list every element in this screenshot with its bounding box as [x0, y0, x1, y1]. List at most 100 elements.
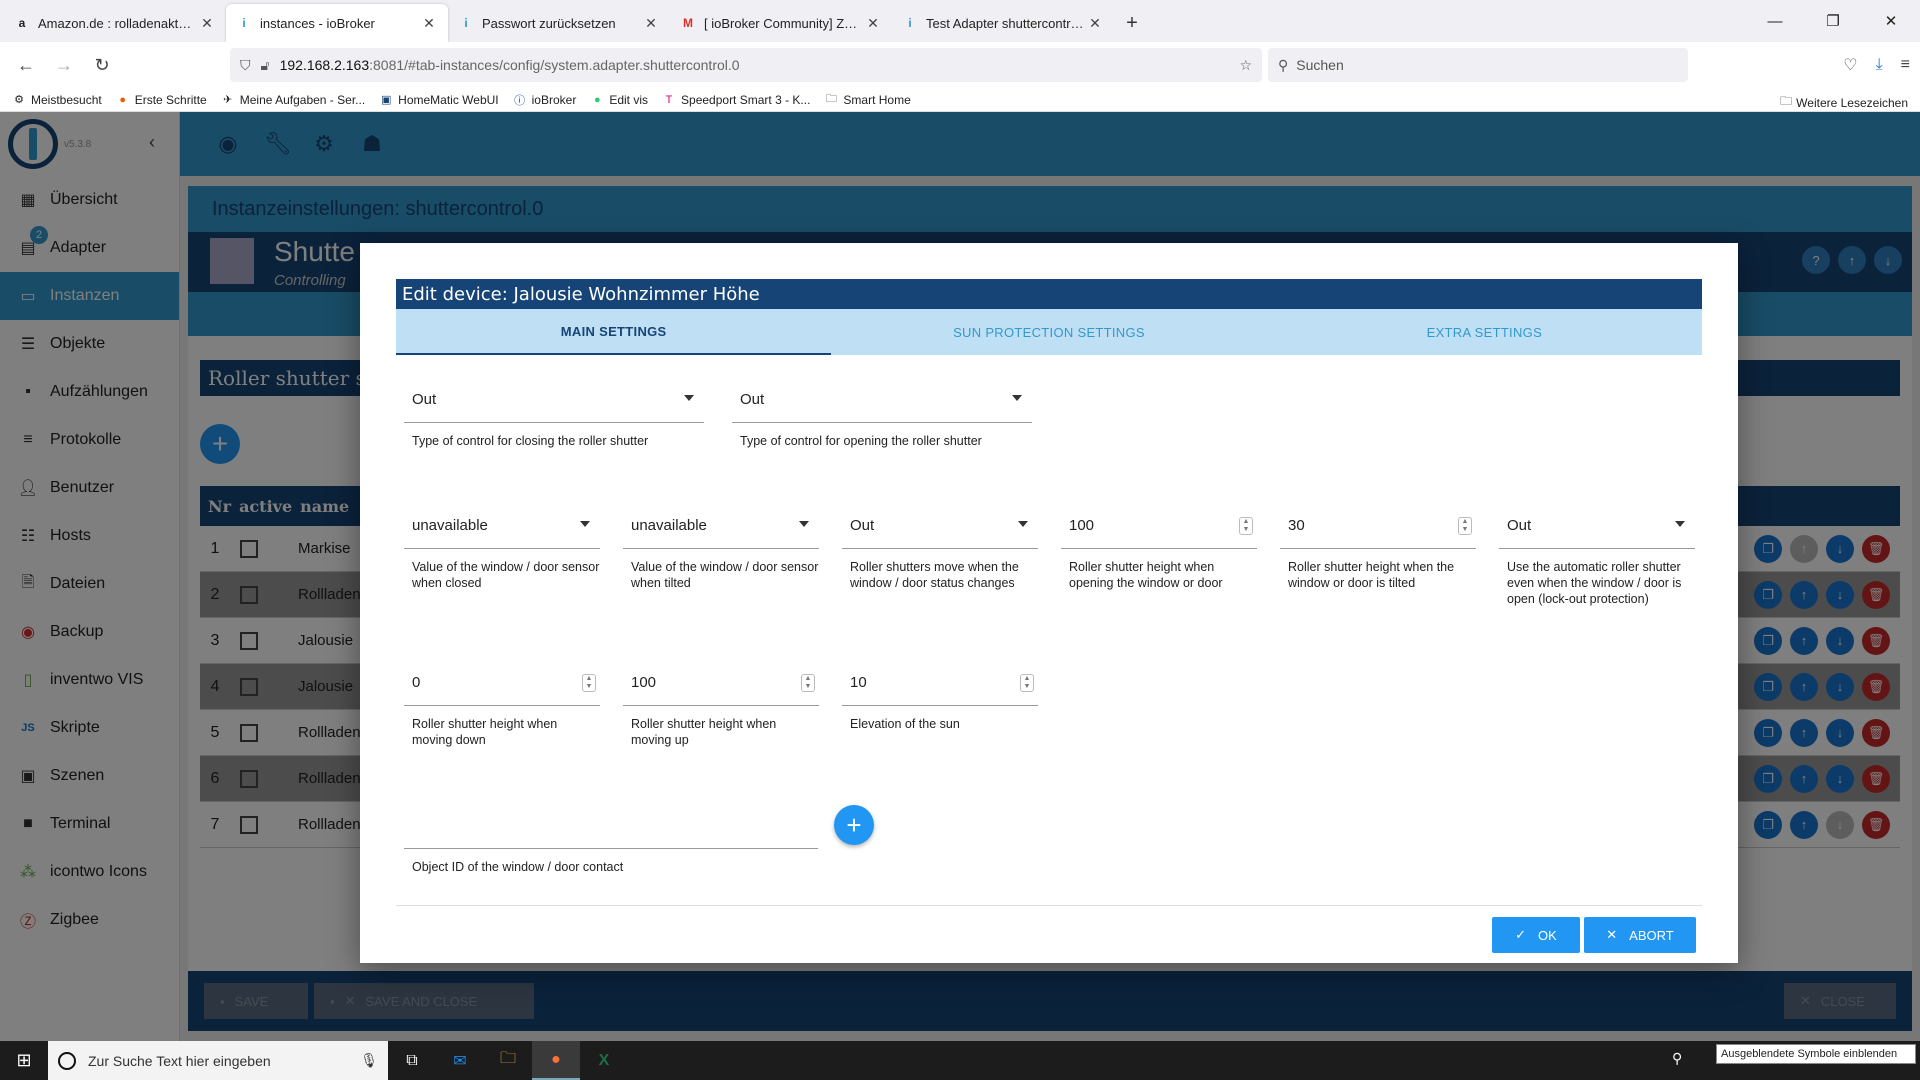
bookmark-item[interactable]: T Speedport Smart 3 - K...	[662, 93, 811, 107]
close-tab-icon[interactable]: ✕	[1086, 15, 1104, 32]
microphone-icon[interactable]: 🎙︎	[360, 1052, 378, 1069]
tasks-icon: ✈	[223, 94, 233, 106]
restore-icon[interactable]: ❐	[1804, 0, 1862, 42]
task-view-icon[interactable]: ⧉	[388, 1041, 436, 1080]
browser-nav-bar: ← → ↻ ⛉ 🔓︎ 192.168.2.163:8081/#tab-insta…	[0, 42, 1920, 88]
spinner-icon[interactable]: ▲ ▼	[582, 674, 596, 692]
people-icon[interactable]: ⚲	[1672, 1050, 1682, 1067]
field-label: Type of control for opening the roller s…	[740, 434, 982, 448]
back-arrow-icon[interactable]: ←	[10, 49, 42, 81]
select-value[interactable]: Out	[404, 377, 704, 423]
open-control-type-select: Out Type of control for opening the roll…	[732, 377, 1032, 449]
field-label: Use the automatic roller shutter even wh…	[1507, 560, 1682, 606]
search-input[interactable]: ⚲ Suchen	[1268, 48, 1688, 82]
browser-tab[interactable]: a Amazon.de : rolladenaktor zigbee ✕	[4, 4, 226, 42]
file-explorer-icon[interactable]: 🗀︎	[484, 1041, 532, 1080]
number-input[interactable]: 30 ▲ ▼	[1280, 503, 1476, 549]
browser-tab[interactable]: i Passwort zurücksetzen ✕	[448, 4, 670, 42]
select-value[interactable]: Out	[732, 377, 1032, 423]
ok-button[interactable]: ✓ OK	[1492, 917, 1580, 953]
number-input[interactable]: 10 ▲ ▼	[842, 660, 1038, 706]
pocket-icon[interactable]: ♡	[1843, 55, 1857, 75]
field-label: Value of the window / door sensor when c…	[412, 560, 600, 590]
windows-start-icon[interactable]: ⊞	[0, 1041, 48, 1080]
spinner-icon[interactable]: ▲ ▼	[1458, 517, 1472, 535]
url-host: 192.168.2.163	[279, 57, 370, 73]
close-window-icon[interactable]: ✕	[1862, 0, 1920, 42]
tab-extra-settings[interactable]: EXTRA SETTINGS	[1267, 309, 1702, 355]
outlook-icon[interactable]: ✉	[436, 1041, 484, 1080]
iobroker-icon: ⓘ	[514, 94, 526, 107]
dropdown-arrow-icon	[1012, 395, 1022, 401]
dialog-divider	[396, 905, 1702, 906]
spinner-icon[interactable]: ▲ ▼	[1020, 674, 1034, 692]
select-object-id-button[interactable]: +	[834, 805, 874, 845]
bookmark-item[interactable]: ✈ Meine Aufgaben - Ser...	[221, 93, 365, 107]
folder-icon: 🗀︎	[825, 93, 837, 105]
bookmark-item[interactable]: ⚙ Meistbesucht	[12, 93, 102, 107]
close-tab-icon[interactable]: ✕	[420, 15, 438, 32]
select-value[interactable]: unavailable	[623, 503, 819, 549]
spinner-icon[interactable]: ▲ ▼	[1239, 517, 1253, 535]
bookmark-item[interactable]: ● Edit vis	[590, 93, 648, 107]
field-label: Value of the window / door sensor when t…	[631, 560, 819, 590]
select-value[interactable]: Out	[1499, 503, 1695, 549]
more-bookmarks[interactable]: 🗀︎ Weitere Lesezeichen	[1780, 92, 1908, 113]
minimize-icon[interactable]: —	[1746, 0, 1804, 42]
tab-main-settings[interactable]: MAIN SETTINGS	[396, 309, 832, 355]
new-tab-button[interactable]: +	[1114, 4, 1150, 42]
taskbar-search-input[interactable]: Zur Suche Text hier eingeben 🎙︎	[48, 1041, 388, 1080]
close-tab-icon[interactable]: ✕	[198, 15, 216, 32]
telekom-icon: T	[665, 93, 673, 106]
tab-sun-protection-settings[interactable]: SUN PROTECTION SETTINGS	[831, 309, 1266, 355]
height-down-input: 0 ▲ ▼ Roller shutter height when moving do…	[404, 660, 600, 748]
menu-icon[interactable]: ≡	[1901, 56, 1910, 74]
field-label: Roller shutters move when the window / d…	[850, 560, 1019, 590]
close-tab-icon[interactable]: ✕	[864, 15, 882, 32]
close-tab-icon[interactable]: ✕	[642, 15, 660, 32]
bookmark-item[interactable]: ▣ HomeMatic WebUI	[379, 93, 499, 107]
number-input[interactable]: 0 ▲ ▼	[404, 660, 600, 706]
excel-icon[interactable]: X	[580, 1041, 628, 1080]
spinner-icon[interactable]: ▲ ▼	[801, 674, 815, 692]
tab-title: Passwort zurücksetzen	[482, 15, 616, 31]
close-control-type-select: Out Type of control for closing the roll…	[404, 377, 704, 449]
bookmark-item[interactable]: ● Erste Schritte	[116, 93, 206, 107]
browser-tab-active[interactable]: i instances - ioBroker ✕	[226, 4, 448, 42]
abort-button[interactable]: ✕ ABORT	[1584, 917, 1696, 953]
select-value[interactable]: Out	[842, 503, 1038, 549]
tab-title: Amazon.de : rolladenaktor zigbee	[38, 15, 198, 31]
field-label: Type of control for closing the roller s…	[412, 434, 649, 448]
download-icon[interactable]: ⤓	[1876, 56, 1883, 74]
iobroker-favicon-icon: i	[908, 16, 912, 30]
browser-tab-bar: a Amazon.de : rolladenaktor zigbee ✕ i i…	[0, 0, 1920, 42]
reload-icon[interactable]: ↻	[86, 49, 118, 81]
bookmark-star-icon[interactable]: ☆	[1239, 57, 1252, 74]
forward-arrow-icon[interactable]: →	[48, 49, 80, 81]
firefox-icon[interactable]: ●	[532, 1041, 580, 1080]
close-icon: ✕	[1606, 927, 1618, 942]
tray-tooltip: Ausgeblendete Symbole einblenden	[1716, 1044, 1916, 1064]
browser-tab[interactable]: M [ ioBroker Community] Zurücksetzen ✕	[670, 4, 892, 42]
number-input[interactable]: 100 ▲ ▼	[623, 660, 819, 706]
browser-tab[interactable]: i Test Adapter shuttercontrol v1.4 ✕	[892, 4, 1114, 42]
windows-taskbar: ⊞ Zur Suche Text hier eingeben 🎙︎ ⧉ ✉ 🗀︎…	[0, 1041, 1920, 1080]
gmail-favicon-icon: M	[683, 16, 693, 30]
dropdown-arrow-icon	[1018, 521, 1028, 527]
bookmark-item[interactable]: ⓘ ioBroker	[513, 93, 576, 107]
dropdown-arrow-icon	[799, 521, 809, 527]
number-input[interactable]: 100 ▲ ▼	[1061, 503, 1257, 549]
dialog-title: Edit device: Jalousie Wohnzimmer Höhe	[396, 279, 1702, 309]
toolbar-right: ♡ ⤓ ≡	[1843, 48, 1910, 82]
tab-title: Test Adapter shuttercontrol v1.4	[926, 15, 1086, 31]
shield-icon: ⛉	[240, 56, 251, 73]
sensor-closed-value-select: unavailable Value of the window / door s…	[404, 503, 600, 591]
height-window-open-input: 100 ▲ ▼ Roller shutter height when opening…	[1061, 503, 1257, 591]
search-circle-icon	[58, 1051, 76, 1070]
dropdown-arrow-icon	[580, 521, 590, 527]
text-input[interactable]	[404, 803, 818, 849]
select-value[interactable]: unavailable	[404, 503, 600, 549]
search-placeholder: Suchen	[1296, 57, 1344, 73]
bookmark-item[interactable]: 🗀︎ Smart Home	[824, 93, 911, 107]
url-bar[interactable]: ⛉ 🔓︎ 192.168.2.163:8081/#tab-instances/c…	[230, 48, 1262, 82]
